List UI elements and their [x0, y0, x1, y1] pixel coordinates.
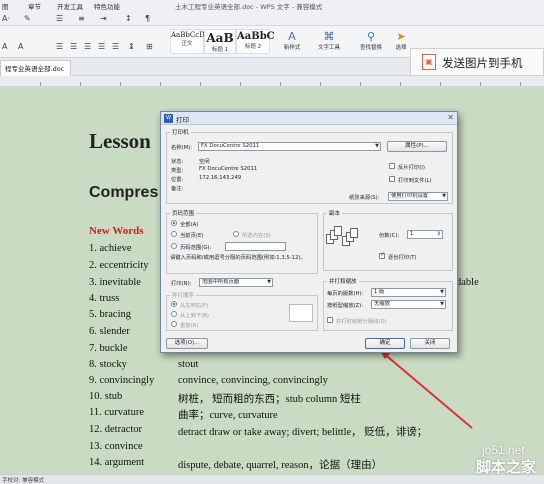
collate-pages-icon: [326, 224, 366, 260]
page-range-group-label: 页码范围: [170, 209, 197, 217]
draw-border-label: 并打时绘制分隔线(D): [336, 319, 387, 325]
copies-label: 份数(C):: [379, 233, 400, 239]
range-pages-radio[interactable]: [171, 243, 177, 249]
range-selection-radio[interactable]: [233, 231, 239, 237]
copies-input[interactable]: 1 ⇕: [407, 230, 443, 239]
draw-border-checkbox[interactable]: [327, 317, 333, 323]
close-icon[interactable]: ✕: [447, 113, 454, 122]
properties-button[interactable]: 属性(P)...: [387, 141, 447, 152]
print-to-file-checkbox[interactable]: [389, 176, 395, 182]
dialog-title: 打印: [176, 116, 189, 124]
zoom-group-label: 并打和缩放: [327, 277, 359, 285]
copies-value: 1: [410, 231, 414, 237]
watermark-name: 脚本之家: [476, 458, 537, 476]
page-sheet-icon: [350, 228, 358, 238]
status-text: 字校对: 兼容模式: [2, 478, 45, 484]
range-selection-label: 所选内容(S): [242, 233, 271, 239]
wps-logo-icon: W: [164, 114, 173, 123]
order-top-bottom-radio[interactable]: [171, 311, 177, 317]
print-what-label: 打印(N):: [171, 281, 192, 287]
order-top-bottom-label: 从上到下(B): [180, 313, 209, 319]
comment-label: 备注:: [171, 186, 184, 192]
reverse-print-label: 反片打印(I): [398, 165, 425, 171]
status-value: 空闲: [199, 159, 210, 165]
range-all-label: 全部(A): [180, 222, 199, 228]
pages-per-sheet-value: 1 版: [374, 289, 385, 295]
print-what-value: 范围中所有页面: [202, 279, 240, 285]
reverse-print-checkbox[interactable]: [389, 163, 395, 169]
ok-button[interactable]: 确定: [365, 338, 405, 349]
page-range-input[interactable]: [225, 242, 286, 251]
status-label: 状态:: [171, 159, 184, 165]
printer-name-value: FX DocuCentre S2011: [201, 143, 260, 149]
watermark-site: jb51.net: [482, 443, 525, 457]
location-label: 位置:: [171, 177, 184, 183]
paper-source-label: 纸张来源(S):: [349, 195, 380, 201]
type-label: 类型:: [171, 168, 184, 174]
pages-per-sheet-label: 每页的版数(H):: [327, 291, 364, 297]
order-preview-icon: [289, 304, 313, 322]
print-what-select[interactable]: 范围中所有页面 ▼: [199, 278, 273, 287]
range-all-radio[interactable]: [171, 220, 177, 226]
paper-source-value: 使用打印机设置: [391, 193, 429, 199]
range-current-label: 当前页(E): [180, 233, 204, 239]
print-dialog: W 打印 ✕ 打印机 名称(M): FX DocuCentre S2011 ▼ …: [160, 111, 458, 353]
dialog-title-bar: W 打印 ✕: [161, 112, 457, 125]
close-button[interactable]: 关闭: [410, 338, 450, 349]
copies-group-label: 副本: [327, 209, 343, 217]
chevron-down-icon: ▼: [440, 301, 444, 307]
type-value: FX DocuCentre S2011: [199, 166, 258, 172]
chevron-down-icon: ▼: [267, 279, 271, 285]
print-to-file-label: 打印到文件(L): [398, 178, 432, 184]
annotation-arrow-line: [381, 351, 473, 429]
scale-select[interactable]: 无缩放 ▼: [371, 300, 446, 309]
range-pages-label: 页码范围(G):: [180, 245, 212, 251]
scale-label: 按纸型缩放(Z):: [327, 303, 364, 309]
paper-source-select[interactable]: 使用打印机设置 ▼: [388, 192, 448, 201]
chevron-down-icon: ▼: [442, 193, 446, 199]
location-value: 172.16.143.249: [199, 175, 242, 181]
spinner-icon[interactable]: ⇕: [437, 231, 441, 238]
scale-value: 无缩放: [374, 301, 390, 307]
options-button[interactable]: 选项(O)...: [166, 338, 208, 349]
printer-name-select[interactable]: FX DocuCentre S2011 ▼: [198, 142, 381, 151]
order-left-right-label: 从左到右(F): [180, 303, 209, 309]
collate-label: 逐份打印(T): [388, 255, 417, 261]
chevron-down-icon: ▼: [440, 289, 444, 295]
printer-name-label: 名称(M):: [171, 145, 193, 151]
status-bar: 字校对: 兼容模式: [0, 474, 544, 484]
chevron-down-icon: ▼: [375, 143, 379, 149]
pages-per-sheet-select[interactable]: 1 版 ▼: [371, 288, 446, 297]
order-left-right-radio[interactable]: [171, 301, 177, 307]
order-repeat-radio[interactable]: [171, 321, 177, 327]
page-sheet-icon: [334, 226, 342, 236]
page-range-hint: 请键入页码和/或用逗号分隔的页码范围(例如:1,3,5-12)。: [170, 255, 306, 261]
printer-group-label: 打印机: [170, 128, 191, 136]
collate-checkbox[interactable]: [379, 251, 385, 259]
range-current-radio[interactable]: [171, 231, 177, 237]
order-repeat-label: 重复(R): [180, 323, 199, 329]
print-order-group-label: 并打顺序: [170, 291, 197, 299]
